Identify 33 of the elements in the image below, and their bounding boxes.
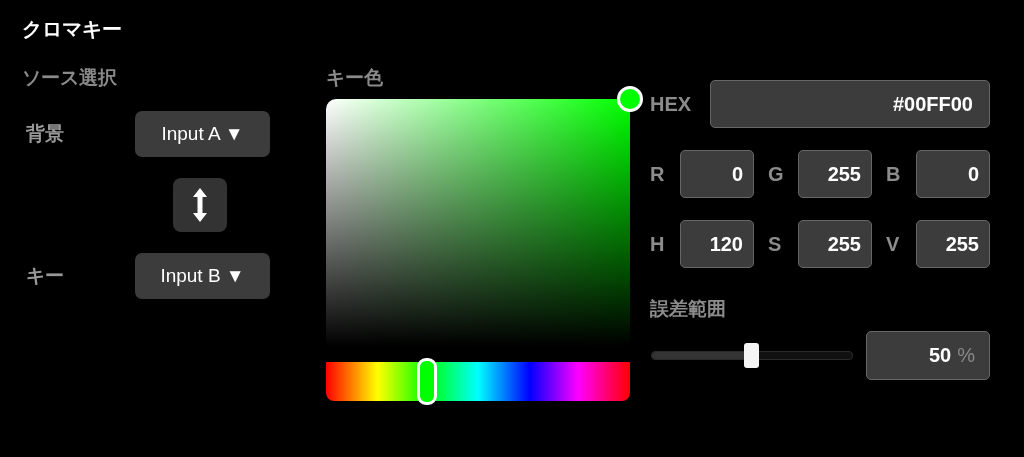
section-heading: ソース選択 [22, 66, 118, 90]
color-gradient-area[interactable] [326, 99, 630, 346]
channel-input-field[interactable]: 0 [680, 150, 754, 198]
section-heading: キー色 [326, 66, 384, 90]
hex-input-field[interactable]: #00FF00 [710, 80, 990, 128]
hue-slider[interactable] [326, 358, 630, 406]
swap-button[interactable] [173, 178, 227, 232]
source-dropdown[interactable]: Input B ▼ [135, 253, 270, 299]
color-picker-handle[interactable] [617, 86, 643, 112]
hex-label: HEX [650, 92, 693, 116]
up-down-arrow-icon [193, 188, 207, 222]
tolerance-field[interactable]: 50 % [866, 331, 990, 380]
tolerance-slider[interactable] [651, 342, 853, 369]
source-label: 背景 [25, 122, 65, 146]
channel-label: B [886, 162, 902, 186]
channel-input-field[interactable]: 0 [916, 150, 990, 198]
channel-label: S [768, 232, 783, 256]
channel-input-field[interactable]: 255 [798, 220, 872, 268]
channel-label: V [886, 232, 901, 256]
channel-input-field[interactable]: 255 [798, 150, 872, 198]
tolerance-value: 50 [928, 344, 952, 367]
channel-input-field[interactable]: 255 [916, 220, 990, 268]
channel-label: H [650, 232, 666, 256]
hue-slider-handle[interactable] [417, 358, 438, 405]
tolerance-label: 誤差範囲 [650, 297, 727, 321]
channel-label: R [650, 162, 666, 186]
panel-title: クロマキー [22, 17, 123, 42]
unit-label: % [957, 344, 975, 367]
channel-label: G [768, 162, 785, 186]
slider-handle[interactable] [744, 343, 759, 368]
source-label: キー [25, 264, 65, 288]
source-dropdown[interactable]: Input A ▼ [135, 111, 270, 157]
channel-input-field[interactable]: 120 [680, 220, 754, 268]
